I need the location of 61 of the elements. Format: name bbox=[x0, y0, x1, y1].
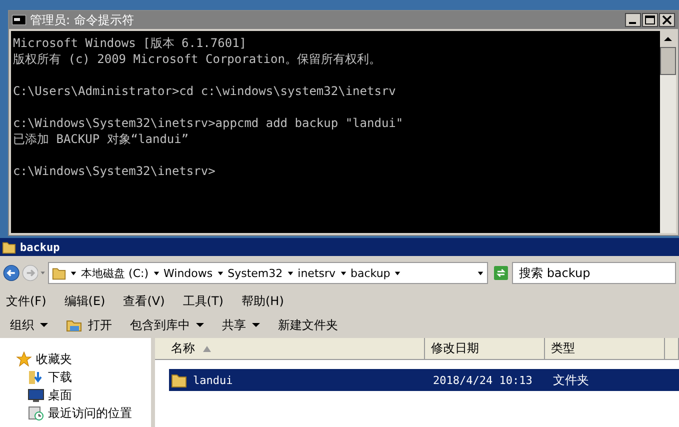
column-header[interactable]: 类型 bbox=[545, 338, 665, 360]
toolbar-button[interactable]: 打开 bbox=[62, 314, 116, 336]
menu-item[interactable]: 文件(F) bbox=[6, 292, 46, 310]
caret-icon bbox=[40, 321, 48, 329]
table-cell: 文件夹 bbox=[553, 372, 589, 388]
caret-icon[interactable] bbox=[70, 270, 78, 276]
star-icon bbox=[16, 351, 32, 367]
breadcrumb-item[interactable]: inetsrv bbox=[298, 266, 336, 280]
menu-item[interactable]: 编辑(E) bbox=[64, 292, 106, 310]
table-cell-text: 2018/4/24 10:13 bbox=[433, 374, 534, 386]
sidebar-item[interactable]: 最近访问的位置 bbox=[48, 404, 132, 422]
console-line: c:\Windows\System32\inetsrv> bbox=[13, 163, 216, 179]
console-line: C:\Users\Administrator>cd c:\windows\system32\inetsrv bbox=[13, 83, 397, 99]
scrollbar[interactable] bbox=[660, 31, 676, 233]
address-bar[interactable]: 本地磁盘 (C:) Windows System32 inetsrv backup bbox=[48, 262, 488, 284]
console-line: Microsoft Windows [版本 6.1.7601] bbox=[13, 35, 248, 51]
breadcrumb-item[interactable]: Windows bbox=[164, 266, 213, 280]
console-line: c:\Windows\System32\inetsrv>appcmd add backup "landui" bbox=[13, 115, 404, 131]
scroll-up-icon[interactable] bbox=[660, 31, 676, 47]
sidebar-header[interactable]: 收藏夹 bbox=[36, 350, 72, 368]
toolbar-button[interactable]: 组织 bbox=[6, 314, 52, 336]
folder-icon bbox=[2, 240, 16, 254]
toolbar-button[interactable]: 新建文件夹 bbox=[274, 314, 342, 336]
column-header[interactable]: 名称 bbox=[155, 338, 425, 360]
monitor-icon bbox=[28, 387, 44, 403]
download-folder-icon bbox=[28, 369, 44, 385]
menu-item[interactable]: 工具(T) bbox=[182, 292, 224, 310]
console-line: 已添加 BACKUP 对象“landui” bbox=[13, 131, 190, 147]
recent-places-icon bbox=[28, 405, 44, 421]
window-title: backup bbox=[20, 240, 60, 254]
search-field[interactable]: 搜索 backup bbox=[512, 262, 676, 284]
caret-icon[interactable] bbox=[394, 270, 402, 276]
toolbar-button[interactable]: 包含到库中 bbox=[126, 314, 208, 336]
column-header[interactable]: 修改日期 bbox=[425, 338, 545, 360]
sidebar-item[interactable]: 桌面 bbox=[48, 386, 72, 404]
caret-icon bbox=[196, 321, 204, 329]
close-icon[interactable] bbox=[659, 13, 675, 27]
caret-icon[interactable] bbox=[216, 270, 224, 276]
breadcrumb-item[interactable]: System32 bbox=[228, 266, 283, 280]
caret-icon[interactable] bbox=[286, 270, 294, 276]
console-icon bbox=[12, 15, 26, 25]
toolbar-button[interactable]: 共享 bbox=[218, 314, 264, 336]
caret-icon bbox=[252, 321, 260, 329]
breadcrumb-item[interactable]: 本地磁盘 (C:) bbox=[81, 266, 149, 280]
sidebar-item[interactable]: 下载 bbox=[48, 368, 72, 386]
console-line: 版权所有 (c) 2009 Microsoft Corporation。保留所有权利。 bbox=[13, 51, 382, 67]
folder-icon bbox=[171, 372, 187, 388]
maximize-icon[interactable] bbox=[642, 13, 658, 27]
minimize-icon[interactable] bbox=[625, 13, 641, 27]
window-title: 管理员: 命令提示符 bbox=[30, 12, 134, 28]
caret-icon[interactable] bbox=[477, 270, 484, 276]
menu-item[interactable]: 帮助(H) bbox=[242, 292, 284, 310]
folder-icon bbox=[52, 266, 66, 280]
menu-item[interactable]: 查看(V) bbox=[123, 292, 165, 310]
refresh-icon[interactable] bbox=[494, 263, 508, 283]
scrollbar-thumb[interactable] bbox=[660, 47, 676, 75]
file-name: landui bbox=[193, 374, 233, 386]
breadcrumb-item[interactable]: backup bbox=[350, 266, 390, 280]
caret-icon[interactable] bbox=[152, 270, 160, 276]
file-row[interactable]: landui 2018/4/24 10:13 文件夹 bbox=[169, 369, 679, 391]
caret-icon[interactable] bbox=[340, 270, 347, 276]
